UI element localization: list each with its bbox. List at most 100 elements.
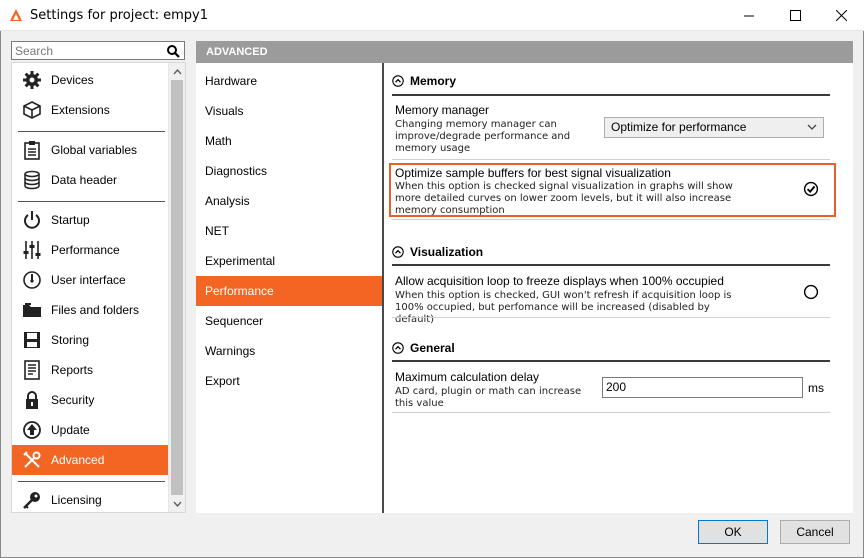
memory-manager-select[interactable]: Optimize for performance — [604, 117, 824, 138]
subcategory-item-math[interactable]: Math — [196, 126, 382, 156]
subcategory-item-export[interactable]: Export — [196, 366, 382, 396]
category-list: Devices Extensions Global variables Data… — [11, 62, 186, 513]
section-header: ADVANCED — [196, 41, 853, 63]
maximize-button[interactable] — [772, 0, 818, 31]
category-label: Extensions — [51, 103, 110, 117]
chevron-down-icon — [807, 124, 817, 130]
option-desc-max-delay: AD card, plugin or math can increase thi… — [395, 386, 582, 409]
category-label: Storing — [51, 333, 90, 347]
subcategory-item-net[interactable]: NET — [196, 216, 382, 246]
category-label: Data header — [51, 173, 118, 187]
row-separator — [392, 412, 830, 413]
app-logo-icon — [10, 9, 22, 21]
cancel-button[interactable]: Cancel — [780, 520, 850, 544]
category-separator — [18, 201, 165, 202]
subcategory-item-experimental[interactable]: Experimental — [196, 246, 382, 276]
freeze-displays-checkbox[interactable] — [803, 284, 819, 300]
category-item-advanced[interactable]: Advanced — [12, 445, 170, 475]
scroll-down-button[interactable] — [169, 495, 186, 512]
category-label: Files and folders — [51, 303, 140, 317]
category-label: Advanced — [51, 453, 105, 467]
search-icon[interactable] — [166, 44, 180, 58]
group-title: Memory — [410, 74, 457, 88]
subcategory-item-diagnostics[interactable]: Diagnostics — [196, 156, 382, 186]
search-box — [11, 41, 185, 60]
category-label: Performance — [51, 243, 120, 257]
scroll-up-button[interactable] — [169, 63, 186, 80]
category-label: User interface — [51, 273, 126, 287]
gauge-icon — [22, 270, 42, 290]
category-label: Reports — [51, 363, 94, 377]
minimize-icon — [743, 15, 754, 17]
category-item-devices[interactable]: Devices — [12, 65, 170, 95]
group-header-memory[interactable]: Memory — [392, 74, 456, 88]
category-item-licensing[interactable]: Licensing — [12, 485, 170, 515]
category-item-user-interface[interactable]: User interface — [12, 265, 170, 295]
unit-label: ms — [808, 381, 824, 395]
row-separator — [392, 219, 830, 220]
minimize-button[interactable] — [726, 0, 772, 31]
chevron-up-icon — [173, 68, 182, 74]
option-desc-memory-manager: Changing memory manager can improve/degr… — [395, 119, 571, 154]
group-underline — [392, 264, 830, 266]
category-label: Update — [51, 423, 90, 437]
power-icon — [22, 210, 42, 230]
row-separator — [392, 317, 830, 318]
close-icon — [835, 10, 847, 21]
subcategory-item-performance[interactable]: Performance — [196, 276, 382, 306]
group-header-general[interactable]: General — [392, 341, 455, 355]
subcategory-item-hardware[interactable]: Hardware — [196, 66, 382, 96]
maximize-icon — [789, 10, 801, 21]
title-bar: Settings for project: empy1 — [0, 0, 864, 31]
category-item-security[interactable]: Security — [12, 385, 170, 415]
close-button[interactable] — [818, 0, 864, 31]
category-scrollbar[interactable] — [168, 63, 185, 512]
group-title: General — [410, 341, 455, 355]
collapse-icon[interactable] — [392, 342, 404, 354]
category-item-startup[interactable]: Startup — [12, 205, 170, 235]
max-delay-input[interactable]: 200 — [602, 377, 803, 398]
chevron-down-icon — [173, 501, 182, 507]
category-item-update[interactable]: Update — [12, 415, 170, 445]
category-item-performance[interactable]: Performance — [12, 235, 170, 265]
ok-button[interactable]: OK — [698, 520, 768, 544]
group-underline — [392, 94, 830, 96]
save-icon — [22, 330, 42, 350]
optimize-buffers-checkbox[interactable] — [803, 181, 819, 197]
report-icon — [22, 360, 42, 380]
subcategory-item-sequencer[interactable]: Sequencer — [196, 306, 382, 336]
category-item-storing[interactable]: Storing — [12, 325, 170, 355]
sliders-icon — [22, 240, 42, 260]
group-underline — [392, 360, 830, 362]
folder-icon — [22, 300, 42, 320]
collapse-icon[interactable] — [392, 75, 404, 87]
subcategory-item-analysis[interactable]: Analysis — [196, 186, 382, 216]
category-separator — [18, 131, 165, 132]
option-desc-optimize-buffers: When this option is checked signal visua… — [395, 181, 733, 216]
category-label: Devices — [51, 73, 94, 87]
category-item-global-variables[interactable]: Global variables — [12, 135, 170, 165]
category-label: Licensing — [51, 493, 102, 507]
option-desc-freeze-displays: When this option is checked, GUI won't r… — [395, 290, 732, 325]
option-title-optimize-buffers: Optimize sample buffers for best signal … — [395, 166, 671, 180]
category-item-extensions[interactable]: Extensions — [12, 95, 170, 125]
gear-icon — [22, 70, 42, 90]
group-header-visualization[interactable]: Visualization — [392, 245, 483, 259]
database-icon — [22, 170, 42, 190]
cube-icon — [22, 100, 42, 120]
category-label: Security — [51, 393, 95, 407]
category-item-data-header[interactable]: Data header — [12, 165, 170, 195]
subcategory-item-warnings[interactable]: Warnings — [196, 336, 382, 366]
scrollbar-thumb[interactable] — [171, 80, 183, 495]
category-item-files-and-folders[interactable]: Files and folders — [12, 295, 170, 325]
search-input[interactable] — [12, 42, 162, 59]
category-separator — [18, 481, 165, 482]
settings-content: Memory Memory manager Changing memory ma… — [384, 63, 853, 513]
subcategory-item-visuals[interactable]: Visuals — [196, 96, 382, 126]
category-label: Global variables — [51, 143, 138, 157]
collapse-icon[interactable] — [392, 246, 404, 258]
option-title-freeze-displays: Allow acquisition loop to freeze display… — [395, 274, 724, 288]
row-separator — [392, 159, 830, 160]
category-item-reports[interactable]: Reports — [12, 355, 170, 385]
option-title-memory-manager: Memory manager — [395, 103, 490, 117]
